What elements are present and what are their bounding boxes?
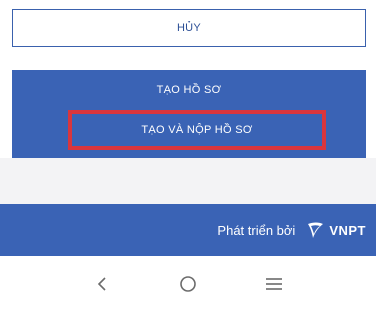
brand-name: VNPT	[329, 222, 366, 238]
separator-strip	[0, 158, 376, 204]
vnpt-logo-icon	[308, 222, 324, 238]
vnpt-brand: VNPT	[305, 220, 366, 240]
hamburger-menu-icon	[266, 278, 282, 290]
system-nav-bar	[0, 256, 376, 312]
create-and-submit-record-button[interactable]: TẠO VÀ NỘP HỒ SƠ	[68, 110, 326, 150]
back-button[interactable]	[88, 270, 116, 298]
cancel-button[interactable]: HỦY	[12, 9, 366, 47]
home-button[interactable]	[174, 270, 202, 298]
circle-home-icon	[180, 276, 196, 292]
action-panel: TẠO HỒ SƠ TẠO VÀ NỘP HỒ SƠ	[12, 70, 366, 158]
chevron-left-icon	[97, 277, 106, 291]
create-record-label: TẠO HỒ SƠ	[156, 84, 222, 96]
developed-by-text: Phát triển bởi	[217, 222, 296, 238]
cancel-button-label: HỦY	[176, 22, 202, 34]
footer: Phát triển bởi VNPT	[0, 204, 376, 256]
create-record-button[interactable]: TẠO HỒ SƠ	[12, 70, 366, 110]
create-and-submit-label: TẠO VÀ NỘP HỒ SƠ	[141, 124, 253, 136]
recent-apps-button[interactable]	[260, 270, 288, 298]
